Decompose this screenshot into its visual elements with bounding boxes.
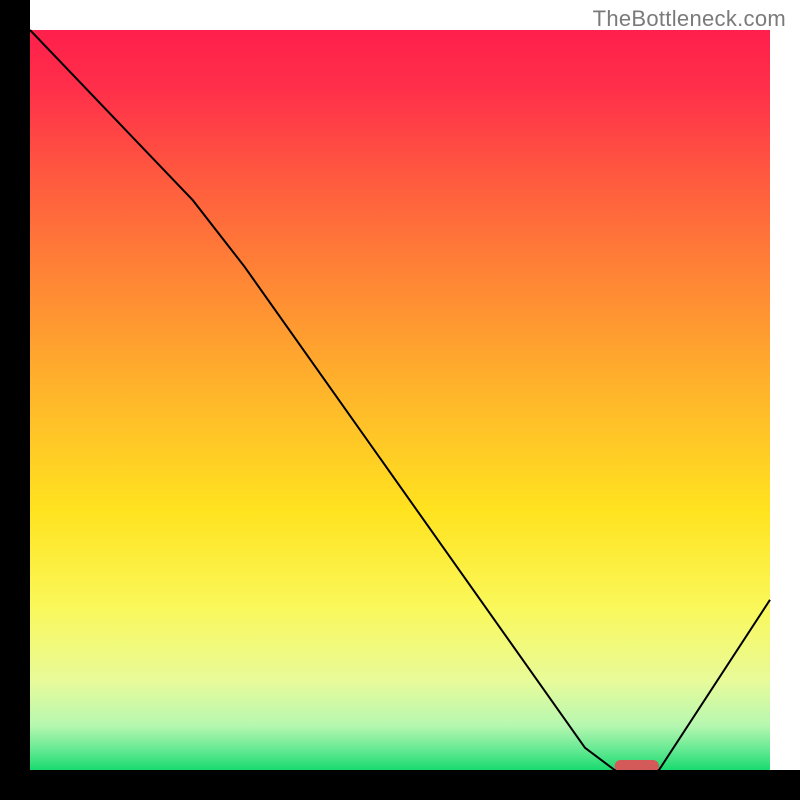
- bottleneck-chart: [0, 0, 800, 800]
- plot-background: [30, 30, 770, 770]
- x-axis-bar: [0, 770, 800, 800]
- y-axis-bar: [0, 0, 30, 800]
- chart-container: TheBottleneck.com: [0, 0, 800, 800]
